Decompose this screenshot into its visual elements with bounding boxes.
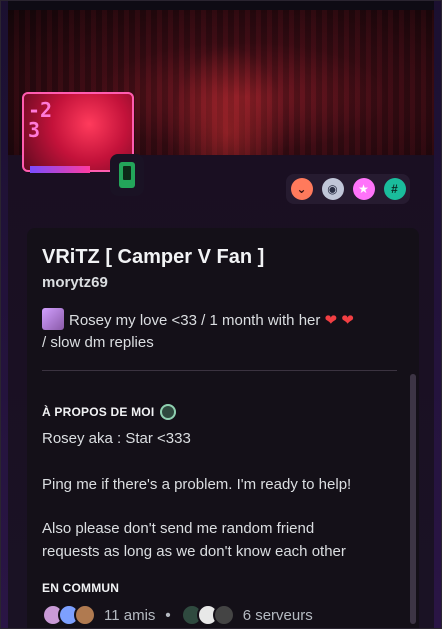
window-frame	[0, 0, 442, 629]
